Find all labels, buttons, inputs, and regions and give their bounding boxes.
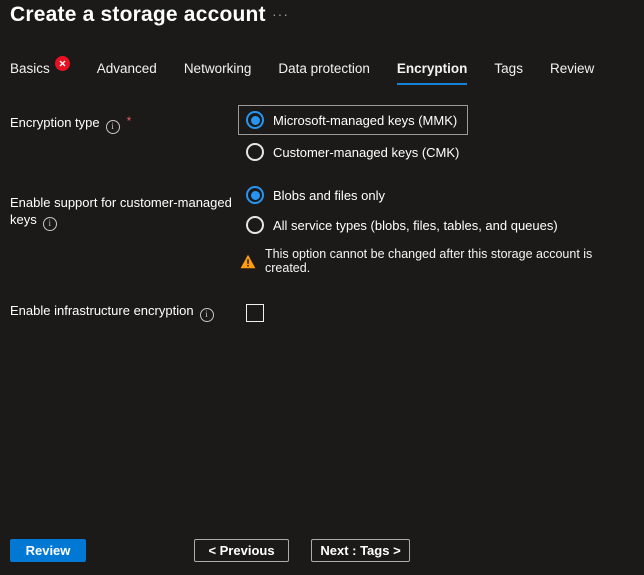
- info-icon[interactable]: [200, 308, 214, 322]
- infrastructure-encryption-checkbox[interactable]: [246, 304, 264, 322]
- encryption-type-label-group: Encryption type *: [10, 105, 238, 134]
- tab-data-protection[interactable]: Data protection: [278, 61, 370, 83]
- cmk-support-row: Enable support for customer-managed keys…: [10, 186, 634, 275]
- cmk-support-options: Blobs and files only All service types (…: [238, 186, 634, 275]
- more-options-button[interactable]: ···: [272, 6, 289, 22]
- radio-option-mmk[interactable]: Microsoft-managed keys (MMK): [238, 105, 468, 135]
- radio-option-cmk[interactable]: Customer-managed keys (CMK): [238, 143, 634, 161]
- radio-blobs-files-label: Blobs and files only: [273, 188, 385, 203]
- tab-tags[interactable]: Tags: [494, 61, 523, 83]
- radio-option-blobs-files[interactable]: Blobs and files only: [238, 186, 634, 204]
- next-tags-button[interactable]: Next : Tags >: [311, 539, 410, 562]
- tab-bar: Basics Advanced Networking Data protecti…: [10, 61, 594, 85]
- footer-bar: Review < Previous Next : Tags >: [0, 539, 644, 563]
- info-icon[interactable]: [106, 120, 120, 134]
- review-button[interactable]: Review: [10, 539, 86, 562]
- required-asterisk: *: [127, 114, 132, 128]
- tab-review[interactable]: Review: [550, 61, 594, 83]
- tab-networking[interactable]: Networking: [184, 61, 252, 83]
- radio-cmk-label: Customer-managed keys (CMK): [273, 145, 459, 160]
- warning-text: This option cannot be changed after this…: [265, 247, 634, 275]
- encryption-type-row: Encryption type * Microsoft-managed keys …: [10, 105, 634, 161]
- radio-unselected-icon[interactable]: [246, 143, 264, 161]
- previous-button[interactable]: < Previous: [194, 539, 289, 562]
- tab-basics[interactable]: Basics: [10, 61, 70, 83]
- tab-data-protection-label: Data protection: [278, 61, 370, 76]
- encryption-type-options: Microsoft-managed keys (MMK) Customer-ma…: [238, 105, 634, 161]
- radio-mmk-label: Microsoft-managed keys (MMK): [273, 113, 457, 128]
- radio-all-services-label: All service types (blobs, files, tables,…: [273, 218, 558, 233]
- error-badge-icon: [55, 56, 70, 71]
- page-title: Create a storage account: [10, 3, 266, 27]
- tab-review-label: Review: [550, 61, 594, 76]
- encryption-form: Encryption type * Microsoft-managed keys …: [10, 105, 634, 325]
- tab-advanced[interactable]: Advanced: [97, 61, 157, 83]
- warning-triangle-icon: [240, 254, 256, 269]
- radio-unselected-icon[interactable]: [246, 216, 264, 234]
- tab-advanced-label: Advanced: [97, 61, 157, 76]
- tab-networking-label: Networking: [184, 61, 252, 76]
- radio-option-all-services[interactable]: All service types (blobs, files, tables,…: [238, 216, 634, 234]
- cmk-support-label-group: Enable support for customer-managed keys: [10, 186, 238, 231]
- tab-tags-label: Tags: [494, 61, 523, 76]
- create-storage-account-pane: Create a storage account ··· Basics Adva…: [0, 0, 644, 575]
- infrastructure-encryption-row: Enable infrastructure encryption: [10, 300, 634, 325]
- radio-selected-icon[interactable]: [246, 111, 264, 129]
- tab-basics-label: Basics: [10, 61, 50, 76]
- infrastructure-encryption-control: [238, 300, 634, 325]
- info-icon[interactable]: [43, 217, 57, 231]
- radio-selected-icon[interactable]: [246, 186, 264, 204]
- warning-message: This option cannot be changed after this…: [238, 247, 634, 275]
- encryption-type-label: Encryption type: [10, 115, 100, 130]
- tab-encryption[interactable]: Encryption: [397, 61, 468, 85]
- tab-encryption-label: Encryption: [397, 61, 468, 76]
- infrastructure-encryption-label-group: Enable infrastructure encryption: [10, 300, 238, 322]
- infrastructure-encryption-label: Enable infrastructure encryption: [10, 303, 194, 318]
